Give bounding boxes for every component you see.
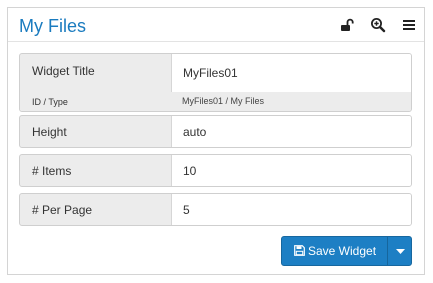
height-label: Height	[32, 125, 67, 139]
items-row: # Items 10	[19, 154, 412, 187]
height-row: Height auto	[19, 115, 412, 148]
id-type-value: MyFiles01 / My Files	[182, 96, 265, 106]
widget-title-input[interactable]: MyFiles01	[171, 54, 411, 92]
my-files-widget: My Files Widget Title ID / Type MyFiles0…	[7, 7, 425, 275]
widget-title-value: MyFiles01	[183, 66, 238, 80]
id-type-label: ID / Type	[32, 97, 68, 107]
height-value: auto	[183, 125, 207, 139]
unlock-icon[interactable]	[339, 17, 355, 33]
items-input[interactable]: 10	[171, 155, 411, 186]
menu-icon[interactable]	[401, 17, 417, 33]
save-options-dropdown-button[interactable]	[388, 237, 411, 265]
caret-down-icon	[396, 249, 405, 254]
save-widget-button[interactable]: Save Widget	[282, 237, 388, 265]
height-input[interactable]: auto	[171, 116, 411, 147]
save-widget-label: Save Widget	[308, 244, 377, 258]
widget-title-row: Widget Title ID / Type MyFiles01 MyFiles…	[19, 53, 412, 112]
items-label: # Items	[32, 164, 72, 178]
zoom-in-icon[interactable]	[370, 17, 386, 33]
floppy-disk-icon	[294, 245, 305, 259]
per-page-input[interactable]: 5	[171, 194, 411, 225]
widget-title-label: Widget Title	[32, 64, 95, 78]
per-page-row: # Per Page 5	[19, 193, 412, 226]
widget-title: My Files	[19, 16, 86, 36]
per-page-label: # Per Page	[32, 203, 93, 217]
id-type-value-cell: MyFiles01 / My Files	[171, 91, 411, 111]
save-widget-button-group: Save Widget	[281, 236, 412, 266]
per-page-value: 5	[183, 203, 190, 217]
items-value: 10	[183, 164, 197, 178]
widget-header: My Files	[8, 8, 424, 42]
